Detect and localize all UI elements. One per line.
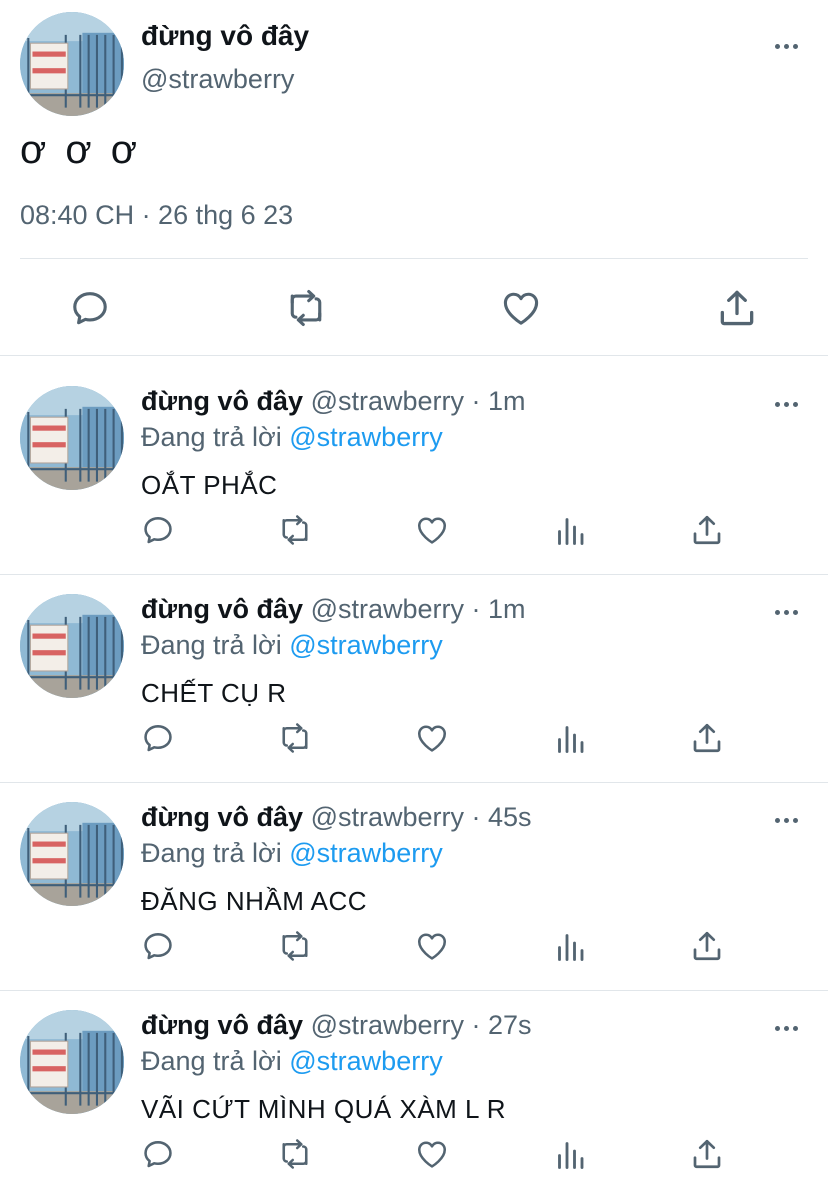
retweet-icon[interactable] xyxy=(277,512,313,548)
reply-icon[interactable] xyxy=(140,720,176,756)
reply-tweet[interactable]: đừng vô đây @strawberry · 27s Đang trả l… xyxy=(0,986,828,1194)
tweet-text: VÃI CỨT MÌNH QUÁ XÀM L R xyxy=(141,1094,507,1124)
like-icon[interactable] xyxy=(414,512,450,548)
author-handle-time: @strawberry · 1m xyxy=(303,386,526,416)
avatar[interactable] xyxy=(20,594,124,698)
reply-icon[interactable] xyxy=(140,512,176,548)
like-icon[interactable] xyxy=(499,286,543,330)
avatar[interactable] xyxy=(20,802,124,906)
share-icon[interactable] xyxy=(715,286,759,330)
tweet-action-bar xyxy=(0,280,828,336)
reply-icon[interactable] xyxy=(140,1136,176,1172)
replying-to-label: Đang trả lời xyxy=(141,422,290,452)
tweet-action-bar xyxy=(0,506,828,554)
reply-tweet[interactable]: đừng vô đây @strawberry · 1m Đang trả lờ… xyxy=(0,362,828,570)
author-handle[interactable]: @strawberry xyxy=(141,64,294,95)
replying-to: Đang trả lời @strawberry xyxy=(141,838,443,869)
tweet-thread-page: đừng vô đây @strawberry ơ ơ ơ 08:40 CH ·… xyxy=(0,0,828,1201)
author-display-name[interactable]: đừng vô đây xyxy=(141,802,303,832)
author-handle-time: @strawberry · 1m xyxy=(303,594,526,624)
replying-to-label: Đang trả lời xyxy=(141,630,290,660)
replying-to: Đang trả lời @strawberry xyxy=(141,422,443,453)
divider xyxy=(20,258,808,259)
tweet-action-bar xyxy=(0,1130,828,1178)
author-display-name[interactable]: đừng vô đây xyxy=(141,20,309,52)
tweet-timestamp[interactable]: 08:40 CH · 26 thg 6 23 xyxy=(20,200,293,231)
author-handle-time: @strawberry · 45s xyxy=(303,802,532,832)
more-options-icon[interactable] xyxy=(766,600,806,624)
author-display-name[interactable]: đừng vô đây xyxy=(141,594,303,624)
tweet-text: OẮT PHẮC xyxy=(141,470,278,500)
more-options-icon[interactable] xyxy=(766,808,806,832)
analytics-icon[interactable] xyxy=(552,928,588,964)
divider xyxy=(0,355,828,356)
like-icon[interactable] xyxy=(414,1136,450,1172)
replying-to-mention[interactable]: @strawberry xyxy=(289,630,442,660)
like-icon[interactable] xyxy=(414,720,450,756)
replying-to-mention[interactable]: @strawberry xyxy=(289,1046,442,1076)
replying-to-mention[interactable]: @strawberry xyxy=(289,838,442,868)
author-display-name[interactable]: đừng vô đây xyxy=(141,1010,303,1040)
tweet-action-bar xyxy=(0,714,828,762)
replying-to-label: Đang trả lời xyxy=(141,838,290,868)
replying-to-mention[interactable]: @strawberry xyxy=(289,422,442,452)
reply-header: đừng vô đây @strawberry · 45s xyxy=(141,802,532,833)
share-icon[interactable] xyxy=(689,720,725,756)
reply-icon[interactable] xyxy=(140,928,176,964)
retweet-icon[interactable] xyxy=(277,1136,313,1172)
like-icon[interactable] xyxy=(414,928,450,964)
retweet-icon[interactable] xyxy=(277,928,313,964)
author-handle-time: @strawberry · 27s xyxy=(303,1010,532,1040)
retweet-icon[interactable] xyxy=(277,720,313,756)
reply-tweet[interactable]: đừng vô đây @strawberry · 1m Đang trả lờ… xyxy=(0,570,828,778)
share-icon[interactable] xyxy=(689,1136,725,1172)
replying-to: Đang trả lời @strawberry xyxy=(141,1046,443,1077)
retweet-icon[interactable] xyxy=(284,286,328,330)
share-icon[interactable] xyxy=(689,928,725,964)
avatar[interactable] xyxy=(20,1010,124,1114)
reply-header: đừng vô đây @strawberry · 27s xyxy=(141,1010,532,1041)
more-options-icon[interactable] xyxy=(766,1016,806,1040)
more-options-icon[interactable] xyxy=(766,392,806,416)
replying-to-label: Đang trả lời xyxy=(141,1046,290,1076)
analytics-icon[interactable] xyxy=(552,1136,588,1172)
reply-icon[interactable] xyxy=(68,286,112,330)
reply-tweet[interactable]: đừng vô đây @strawberry · 45s Đang trả l… xyxy=(0,778,828,986)
more-options-icon[interactable] xyxy=(766,34,806,58)
tweet-action-bar xyxy=(0,922,828,970)
tweet-text: ơ ơ ơ xyxy=(20,128,141,172)
tweet-text: ĐĂNG NHẦM ACC xyxy=(141,886,368,916)
avatar[interactable] xyxy=(20,386,124,490)
reply-header: đừng vô đây @strawberry · 1m xyxy=(141,386,526,417)
replying-to: Đang trả lời @strawberry xyxy=(141,630,443,661)
avatar[interactable] xyxy=(20,12,124,116)
share-icon[interactable] xyxy=(689,512,725,548)
analytics-icon[interactable] xyxy=(552,720,588,756)
analytics-icon[interactable] xyxy=(552,512,588,548)
tweet-text: CHẾT CỤ R xyxy=(141,678,287,708)
author-display-name[interactable]: đừng vô đây xyxy=(141,386,303,416)
reply-header: đừng vô đây @strawberry · 1m xyxy=(141,594,526,625)
